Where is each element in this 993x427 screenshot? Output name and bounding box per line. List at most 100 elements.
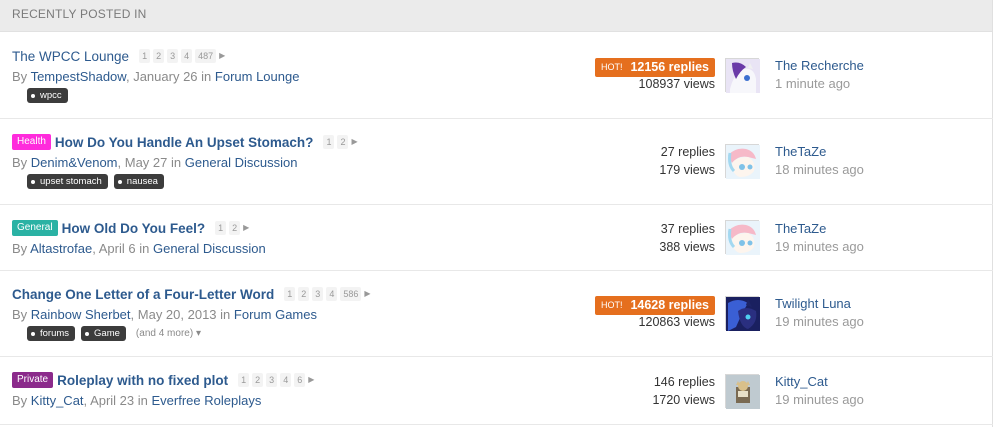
last-post-time[interactable]: 19 minutes ago [775,313,864,331]
page-arrow-icon[interactable]: ▶ [308,374,314,386]
cat-avatar-icon[interactable] [725,374,760,409]
topic-date: May 27 [124,155,168,170]
page-link[interactable]: 487 [195,49,217,63]
forum-link[interactable]: Forum Games [234,307,317,322]
last-post: Kitty_Cat 19 minutes ago [775,373,864,409]
tag-dot-icon [85,331,90,336]
page-link[interactable]: 2 [153,49,165,63]
topic-tags: wpcc [27,88,572,103]
page-link[interactable]: 1 [323,135,335,149]
topic-stats: HOT! 12156 replies 108937 views [594,57,715,93]
page-link[interactable]: 4 [326,287,338,301]
more-tags-link[interactable]: (and 4 more) ▾ [136,328,201,339]
reply-count: 12156 replies [630,60,709,74]
tag[interactable]: forums [27,326,76,341]
tag[interactable]: wpcc [27,88,68,103]
last-post-time[interactable]: 19 minutes ago [775,391,864,409]
page-link[interactable]: 4 [280,373,292,387]
topic-row: The WPCC Lounge 1 2 3 4 487 ▶ By TempestShado… [0,33,993,119]
topic-stats: HOT! 14628 replies 120863 views [594,295,715,331]
last-post-time[interactable]: 19 minutes ago [775,238,864,256]
page-link[interactable]: 4 [181,49,193,63]
page-arrow-icon[interactable]: ▶ [219,50,225,62]
topic-title[interactable]: How Old Do You Feel? [62,221,206,236]
author-link[interactable]: Rainbow Sherbet [31,307,131,322]
view-count: 179 views [659,163,715,177]
topic-date: May 20, 2013 [137,307,217,322]
page-arrow-icon[interactable]: ▶ [351,136,357,148]
author-link[interactable]: Altastrofae [30,241,92,256]
page-link[interactable]: 6 [294,373,306,387]
last-post-time[interactable]: 18 minutes ago [775,161,864,179]
last-poster-link[interactable]: The Recherche [775,57,864,75]
topic-meta: By Altastrofae, April 6 in General Discu… [12,241,266,256]
view-count: 120863 views [638,315,715,329]
tag-dot-icon [31,331,35,336]
pony-avatar-pastel-icon[interactable] [725,220,760,255]
page-link[interactable]: 1 [238,373,250,387]
topic-title[interactable]: Roleplay with no fixed plot [57,373,228,388]
last-poster-link[interactable]: Twilight Luna [775,295,864,313]
author-link[interactable]: TempestShadow [31,69,126,84]
forum-link[interactable]: General Discussion [185,155,298,170]
page-arrow-icon[interactable]: ▶ [364,288,370,300]
topic-tags: forums Game (and 4 more) ▾ [27,326,572,341]
topic-meta: By Denim&Venom, May 27 in General Discus… [12,155,298,170]
page-link[interactable]: 2 [298,287,310,301]
page-link[interactable]: 1 [215,221,227,235]
topic-title[interactable]: How Do You Handle An Upset Stomach? [55,135,314,150]
author-link[interactable]: Kitty_Cat [31,393,84,408]
topic-meta: By Kitty_Cat, April 23 in Everfree Rolep… [12,393,262,408]
topic-pagination: 1 2 ▶ [215,221,252,235]
topic-stats: 37 replies 388 views [659,220,715,256]
topic-stats: 27 replies 179 views [659,143,715,179]
topic-pagination: 1 2 3 4 586 ▶ [284,287,373,301]
author-link[interactable]: Denim&Venom [31,155,118,170]
pony-avatar-pastel-icon[interactable] [725,144,760,179]
topic-title[interactable]: The WPCC Lounge [12,49,129,64]
tag[interactable]: Game [81,326,126,341]
topic-title[interactable]: Change One Letter of a Four-Letter Word [12,287,274,302]
forum-link[interactable]: Forum Lounge [215,69,300,84]
last-poster-link[interactable]: TheTaZe [775,143,864,161]
tag-dot-icon [31,93,35,98]
recent-topics-panel: RECENTLY POSTED IN The WPCC Lounge 12344… [0,0,993,427]
page-link[interactable]: 2 [337,135,349,149]
page-link[interactable]: 1 [284,287,296,301]
last-poster-link[interactable]: Kitty_Cat [775,373,864,391]
reply-count: 146 replies [653,375,715,389]
last-post-time[interactable]: 1 minute ago [775,75,864,93]
pony-avatar-white-purple-icon[interactable] [725,58,760,93]
topic-prefix: Health [12,134,51,150]
last-post: The Recherche 1 minute ago [775,57,864,93]
topic-row: Change One Letter of a Four-Letter Word … [0,271,993,357]
view-count: 108937 views [638,77,715,91]
page-arrow-icon[interactable]: ▶ [243,222,249,234]
page-link[interactable]: 3 [312,287,324,301]
forum-link[interactable]: General Discussion [153,241,266,256]
tag[interactable]: nausea [113,174,164,189]
page-link[interactable]: 2 [252,373,264,387]
view-count: 388 views [659,240,715,254]
page-link[interactable]: 2 [229,221,241,235]
last-poster-link[interactable]: TheTaZe [775,220,864,238]
pony-avatar-luna-icon[interactable] [725,296,760,331]
topic-stats: 146 replies 1720 views [652,373,715,409]
page-link[interactable]: 3 [266,373,278,387]
section-title: RECENTLY POSTED IN [12,7,147,21]
tag-label: nausea [126,176,158,187]
tag-label: upset stomach [40,176,102,187]
forum-link[interactable]: Everfree Roleplays [152,393,262,408]
topic-date: April 23 [90,393,135,408]
page-link[interactable]: 3 [167,49,179,63]
tag[interactable]: upset stomach [27,174,108,189]
topic-row: Private Roleplay with no fixed plot 1234… [0,357,993,425]
page-link[interactable]: 1 [139,49,151,63]
hot-label: HOT! [600,62,623,72]
topic-prefix: Private [12,372,54,388]
in-label: in [137,393,148,408]
page-link[interactable]: 586 [340,287,362,301]
tag-dot-icon [117,179,122,184]
topic-row: Health How Do You Handle An Upset Stomac… [0,119,993,205]
reply-count: 14628 replies [630,298,709,312]
